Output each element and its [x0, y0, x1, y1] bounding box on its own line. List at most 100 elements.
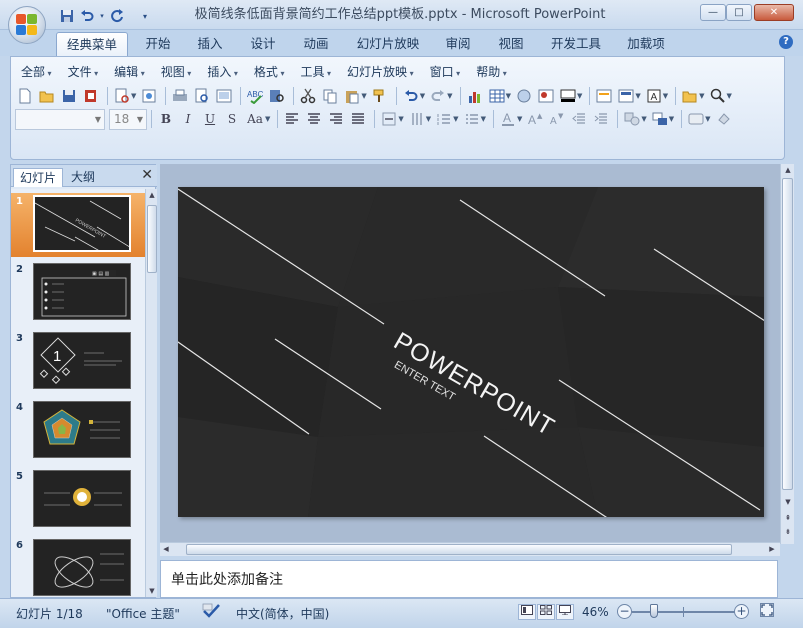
grow-font-icon[interactable]: A ▲	[525, 109, 545, 129]
bullet-list-icon[interactable]	[462, 109, 482, 129]
menu-format[interactable]: 格式	[248, 63, 291, 81]
help-icon[interactable]: ?	[779, 35, 793, 49]
research-icon[interactable]	[267, 86, 287, 106]
close-icon[interactable]: ✕	[141, 167, 153, 183]
zoom-slider-track[interactable]	[632, 611, 738, 613]
tab-classic-menu[interactable]: 经典菜单	[56, 32, 128, 56]
scrollbar-thumb[interactable]	[782, 178, 793, 490]
decrease-indent-icon[interactable]	[569, 109, 589, 129]
insert-table-icon[interactable]	[487, 86, 507, 106]
slide-thumbnail-5[interactable]: 5	[11, 468, 145, 534]
insert-chart-icon[interactable]	[465, 86, 485, 106]
search-icon[interactable]	[708, 86, 728, 106]
text-box-icon[interactable]: A	[644, 86, 664, 106]
tab-outline[interactable]: 大纲	[65, 168, 101, 187]
slide-layout-icon[interactable]	[616, 86, 636, 106]
slideshow-button[interactable]	[556, 604, 574, 620]
slide-thumbnail-3[interactable]: 3 1	[11, 330, 145, 396]
scroll-down-icon[interactable]: ▼	[781, 496, 795, 508]
tab-slideshow[interactable]: 幻灯片放映	[350, 32, 426, 56]
align-center-icon[interactable]	[304, 109, 324, 129]
quick-styles-icon[interactable]	[686, 109, 706, 129]
paste-icon[interactable]	[342, 86, 362, 106]
publish-pdf-icon[interactable]	[139, 86, 159, 106]
menu-edit[interactable]: 编辑	[108, 63, 151, 81]
slide-sorter-button[interactable]	[537, 604, 555, 620]
new-slide-icon[interactable]	[594, 86, 614, 106]
normal-view-button[interactable]	[518, 604, 536, 620]
scroll-up-icon[interactable]: ▲	[146, 189, 158, 201]
menu-all[interactable]: 全部	[15, 63, 58, 81]
justify-icon[interactable]	[348, 109, 368, 129]
slide-thumbnail-4[interactable]: 4	[11, 399, 145, 465]
tab-home[interactable]: 开始	[138, 32, 178, 56]
permission-icon[interactable]	[81, 86, 101, 106]
align-text-icon[interactable]	[379, 109, 399, 129]
chevron-down-icon[interactable]: ▾	[98, 7, 106, 25]
menu-help[interactable]: 帮助	[470, 63, 513, 81]
next-slide-icon[interactable]: ⇟	[781, 526, 795, 538]
minimize-button[interactable]: —	[700, 4, 726, 21]
tab-view[interactable]: 视图	[491, 32, 531, 56]
menu-file[interactable]: 文件	[62, 63, 105, 81]
insert-clipart-icon[interactable]	[514, 86, 534, 106]
text-direction-icon[interactable]	[407, 109, 427, 129]
increase-indent-icon[interactable]	[591, 109, 611, 129]
fit-to-window-button[interactable]	[760, 603, 774, 617]
folder-icon[interactable]	[680, 86, 700, 106]
italic-button[interactable]: I	[178, 109, 198, 129]
scroll-up-icon[interactable]: ▲	[781, 164, 795, 176]
tab-slides[interactable]: 幻灯片	[13, 168, 64, 187]
numbered-list-icon[interactable]	[434, 109, 454, 129]
notes-pane[interactable]: 单击此处添加备注	[160, 560, 778, 598]
slide-canvas[interactable]: POWERPOINT ENTER TEXT	[178, 187, 764, 517]
normal-view-icon[interactable]	[214, 86, 234, 106]
thumbnails-scrollbar[interactable]: ▲ ▼	[145, 189, 157, 597]
slide-thumbnail-1[interactable]: 1 POWERPOINT	[11, 193, 145, 257]
arrange-icon[interactable]	[650, 109, 670, 129]
tab-developer[interactable]: 开发工具	[545, 32, 607, 56]
menu-window[interactable]: 窗口	[424, 63, 467, 81]
menu-view[interactable]: 视图	[155, 63, 198, 81]
insert-picture-icon[interactable]	[536, 86, 556, 106]
tab-design[interactable]: 设计	[243, 32, 283, 56]
align-right-icon[interactable]	[326, 109, 346, 129]
zoom-out-icon[interactable]: −	[617, 604, 632, 619]
menu-tools[interactable]: 工具	[294, 63, 337, 81]
close-button[interactable]: ✕	[754, 4, 794, 21]
zoom-level[interactable]: 46%	[582, 605, 609, 619]
tab-animations[interactable]: 动画	[296, 32, 336, 56]
shrink-font-icon[interactable]: A ▼	[547, 109, 567, 129]
zoom-slider-knob[interactable]	[650, 604, 658, 618]
slide-scrollbar[interactable]: ▲ ▼ ⇞ ⇟	[780, 164, 794, 544]
scroll-down-icon[interactable]: ▼	[146, 585, 158, 597]
format-painter-icon[interactable]	[370, 86, 390, 106]
cut-icon[interactable]	[298, 86, 318, 106]
office-button[interactable]	[8, 6, 46, 44]
tab-review[interactable]: 审阅	[438, 32, 478, 56]
bold-button[interactable]: B	[156, 109, 176, 129]
shape-fill-icon[interactable]	[714, 109, 734, 129]
menu-insert[interactable]: 插入	[201, 63, 244, 81]
align-left-icon[interactable]	[282, 109, 302, 129]
scrollbar-thumb[interactable]	[147, 205, 157, 273]
tab-addins[interactable]: 加载项	[620, 32, 672, 56]
copy-icon[interactable]	[320, 86, 340, 106]
print-icon[interactable]	[170, 86, 190, 106]
font-color-icon[interactable]: A	[498, 109, 518, 129]
undo-icon[interactable]	[401, 86, 421, 106]
save-icon[interactable]	[58, 7, 76, 25]
underline-button[interactable]: U	[200, 109, 220, 129]
undo-icon[interactable]	[78, 7, 96, 25]
slide-thumbnail-6[interactable]: 6	[11, 537, 145, 597]
horizontal-scrollbar[interactable]: ◀ ▶	[160, 542, 780, 556]
fill-color-icon[interactable]	[558, 86, 578, 106]
menu-slideshow[interactable]: 幻灯片放映	[341, 63, 420, 81]
customize-qat-icon[interactable]: ▾	[140, 7, 150, 25]
redo-icon[interactable]	[108, 7, 126, 25]
spellcheck-icon[interactable]	[202, 602, 222, 621]
scroll-right-icon[interactable]: ▶	[766, 543, 778, 555]
slide-thumbnail-2[interactable]: 2 ▣ ▤ ▥	[11, 261, 145, 327]
spelling-icon[interactable]: ABC	[245, 86, 265, 106]
tab-insert[interactable]: 插入	[190, 32, 230, 56]
